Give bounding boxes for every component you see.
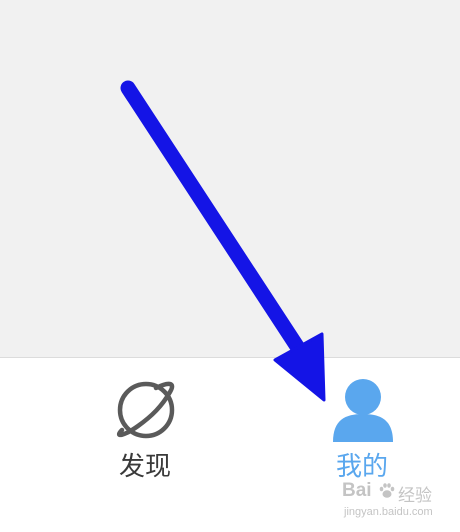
person-icon xyxy=(333,379,393,442)
tab-discover-label: 发现 xyxy=(118,452,171,482)
planet-icon xyxy=(116,381,175,439)
tab-mine[interactable]: 我的 xyxy=(297,358,427,532)
content-area xyxy=(0,0,460,357)
tab-mine-label: 我的 xyxy=(335,452,388,482)
bottom-tab-bar: 发现 我的 xyxy=(0,358,460,532)
tab-discover[interactable]: 发现 xyxy=(80,358,210,532)
